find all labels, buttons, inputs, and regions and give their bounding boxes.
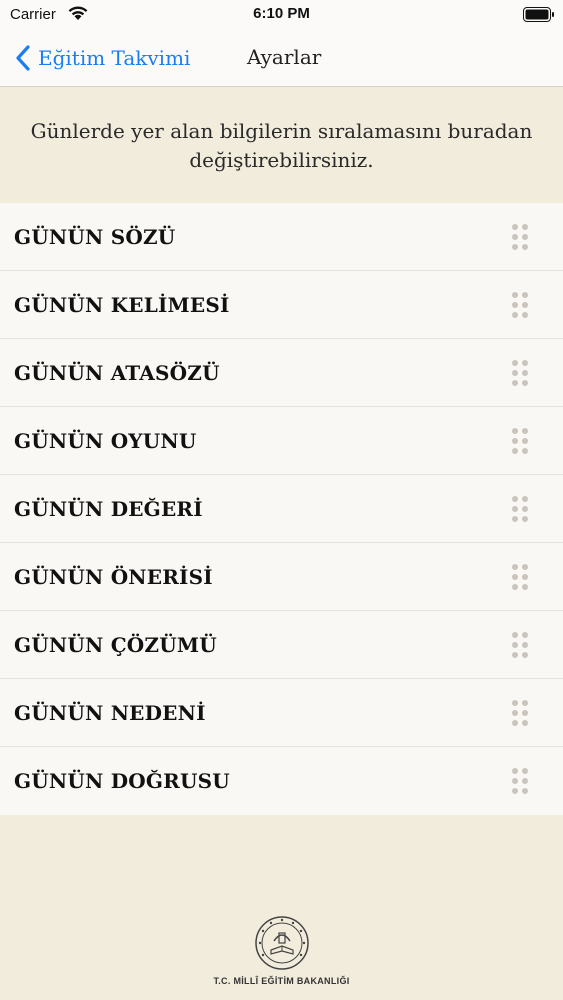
status-bar: Carrier 6:10 PM <box>0 0 563 30</box>
footer-ministry-name: T.C. MİLLÎ EĞİTİM BAKANLIĞI <box>213 976 350 986</box>
navigation-bar: Eğitim Takvimi Ayarlar <box>0 30 563 87</box>
list-item-label: GÜNÜN DEĞERİ <box>14 496 203 521</box>
list-item-label: GÜNÜN ATASÖZÜ <box>14 360 220 385</box>
drag-handle-icon[interactable] <box>511 223 529 251</box>
list-item[interactable]: GÜNÜN KELİMESİ <box>0 271 563 339</box>
drag-handle-icon[interactable] <box>511 291 529 319</box>
drag-handle-icon[interactable] <box>511 359 529 387</box>
drag-handle-icon[interactable] <box>511 427 529 455</box>
list-item-label: GÜNÜN SÖZÜ <box>14 224 176 249</box>
list-item-label: GÜNÜN NEDENİ <box>14 700 206 725</box>
list-item-label: GÜNÜN DOĞRUSU <box>14 769 230 793</box>
list-item[interactable]: GÜNÜN SÖZÜ <box>0 203 563 271</box>
list-item[interactable]: GÜNÜN OYUNU <box>0 407 563 475</box>
list-item[interactable]: GÜNÜN ÖNERİSİ <box>0 543 563 611</box>
page-title: Ayarlar <box>247 45 322 69</box>
reorder-list: GÜNÜN SÖZÜ GÜNÜN KELİMESİ GÜNÜN ATASÖZÜ … <box>0 203 563 815</box>
list-item[interactable]: GÜNÜN ATASÖZÜ <box>0 339 563 407</box>
meb-seal-icon <box>255 916 309 970</box>
chevron-left-icon <box>16 45 30 71</box>
description-text: Günlerde yer alan bilgilerin sıralamasın… <box>30 118 533 172</box>
drag-handle-icon[interactable] <box>511 563 529 591</box>
list-item[interactable]: GÜNÜN NEDENİ <box>0 679 563 747</box>
back-button[interactable]: Eğitim Takvimi <box>14 42 190 74</box>
list-item-label: GÜNÜN OYUNU <box>14 428 197 453</box>
back-label: Eğitim Takvimi <box>38 46 191 70</box>
list-item[interactable]: GÜNÜN ÇÖZÜMÜ <box>0 611 563 679</box>
drag-handle-icon[interactable] <box>511 699 529 727</box>
list-item-label: GÜNÜN ÖNERİSİ <box>14 564 213 589</box>
drag-handle-icon[interactable] <box>511 495 529 523</box>
status-time: 6:10 PM <box>253 5 310 22</box>
drag-handle-icon[interactable] <box>511 767 529 795</box>
drag-handle-icon[interactable] <box>511 631 529 659</box>
battery-icon <box>523 7 554 22</box>
list-item[interactable]: GÜNÜN DOĞRUSU <box>0 747 563 815</box>
list-item[interactable]: GÜNÜN DEĞERİ <box>0 475 563 543</box>
list-item-label: GÜNÜN KELİMESİ <box>14 292 230 317</box>
list-item-label: GÜNÜN ÇÖZÜMÜ <box>14 632 217 657</box>
